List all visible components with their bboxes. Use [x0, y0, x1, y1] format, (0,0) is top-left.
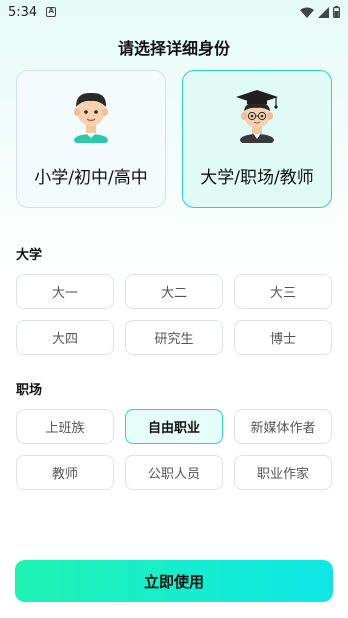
option-teacher[interactable]: 教师 [16, 455, 114, 490]
page-title: 请选择详细身份 [117, 39, 230, 58]
identity-card-adult[interactable]: 大学/职场/教师 [182, 70, 332, 208]
status-time: 5:34 [8, 4, 38, 20]
status-icons [300, 6, 340, 18]
option-freshman[interactable]: 大一 [16, 274, 114, 309]
option-graduate[interactable]: 研究生 [125, 320, 223, 355]
a-box-icon: A [46, 7, 57, 17]
option-office-worker[interactable]: 上班族 [16, 409, 114, 444]
option-professional-writer[interactable]: 职业作家 [234, 455, 332, 490]
option-sophomore[interactable]: 大二 [125, 274, 223, 309]
section-title-university: 大学 [16, 248, 43, 263]
status-bar: 5:34 A [0, 0, 348, 24]
option-phd[interactable]: 博士 [234, 320, 332, 355]
option-new-media-author[interactable]: 新媒体作者 [234, 409, 332, 444]
identity-card-label: 小学/初中/高中 [34, 168, 148, 188]
option-freelancer[interactable]: 自由职业 [125, 409, 223, 444]
option-junior[interactable]: 大三 [234, 274, 332, 309]
option-civil-servant[interactable]: 公职人员 [125, 455, 223, 490]
graduate-avatar [236, 90, 278, 143]
identity-card-label: 大学/职场/教师 [200, 168, 314, 188]
section-title-workplace: 职场 [16, 383, 43, 398]
option-senior[interactable]: 大四 [16, 320, 114, 355]
battery-icon [333, 6, 340, 18]
submit-button[interactable]: 立即使用 [15, 560, 333, 602]
wifi-icon [300, 7, 314, 18]
identity-card-k12[interactable]: 小学/初中/高中 [16, 70, 166, 208]
signal-icon [318, 6, 329, 18]
student-boy-avatar [74, 92, 108, 143]
